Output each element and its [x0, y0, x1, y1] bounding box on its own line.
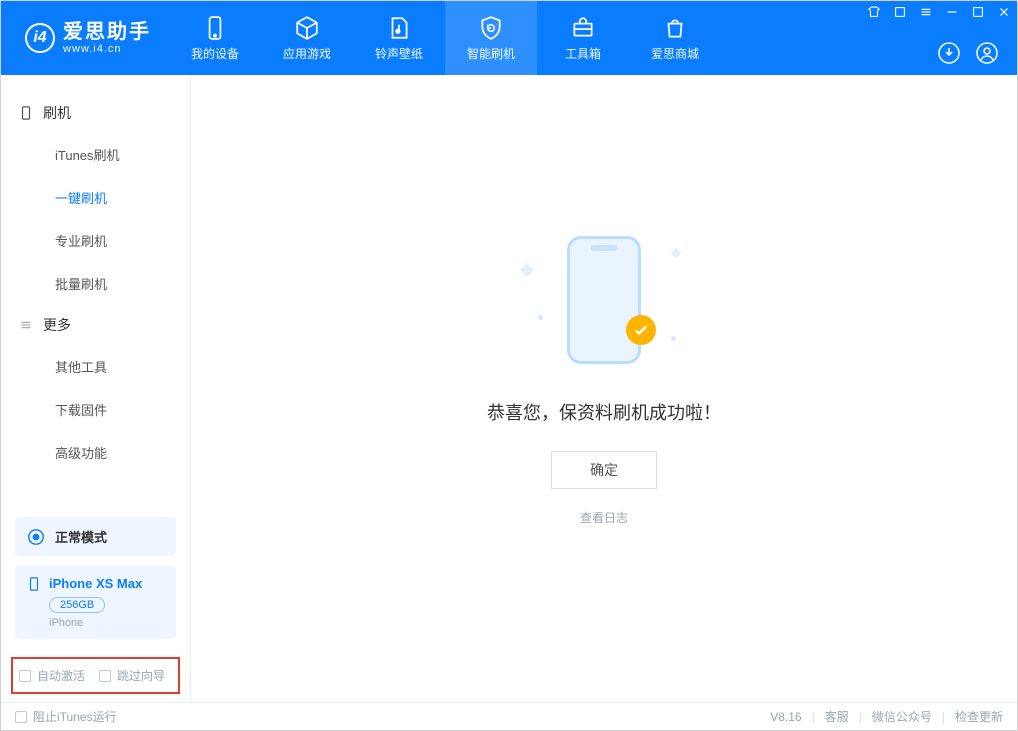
shirt-icon[interactable]: [867, 5, 881, 19]
version-label: V8.16: [770, 710, 801, 724]
menu-icon[interactable]: [919, 5, 933, 19]
checkbox-block-itunes[interactable]: 阻止iTunes运行: [15, 708, 117, 725]
shield-refresh-icon: [478, 15, 504, 41]
app-logo: i4 爱思助手 www.i4.cn: [1, 21, 169, 55]
support-link[interactable]: 客服: [825, 708, 849, 725]
nav-tabs: 我的设备 应用游戏 铃声壁纸 智能刷机 工具箱 爱思商城: [169, 1, 721, 75]
tab-mall[interactable]: 爱思商城: [629, 1, 721, 75]
header-toolbar: i4 爱思助手 www.i4.cn 我的设备 应用游戏 铃声壁纸 智能刷机 工具…: [1, 1, 1017, 75]
check-update-link[interactable]: 检查更新: [955, 708, 1003, 725]
user-circle-icon[interactable]: [975, 41, 999, 65]
sidebar-item-batch-flash[interactable]: 批量刷机: [1, 262, 190, 305]
more-lines-icon: [19, 318, 33, 332]
mode-icon: [27, 528, 45, 546]
checkbox-box-icon: [19, 670, 31, 682]
sidebar: 刷机 iTunes刷机 一键刷机 专业刷机 批量刷机 更多 其他工具 下载固件 …: [1, 75, 191, 702]
tab-toolbox[interactable]: 工具箱: [537, 1, 629, 75]
device-mode-label: 正常模式: [55, 527, 107, 546]
success-illustration: [504, 225, 704, 375]
sidebar-heading-more: 更多: [1, 305, 190, 345]
toolbox-icon: [570, 15, 596, 41]
sidebar-item-other-tools[interactable]: 其他工具: [1, 345, 190, 388]
device-mode-card[interactable]: 正常模式: [15, 517, 176, 556]
highlighted-checkbox-row: 自动激活 跳过向导: [11, 657, 180, 694]
phone-illustration-icon: [567, 236, 641, 364]
ok-button[interactable]: 确定: [551, 451, 657, 489]
device-card[interactable]: iPhone XS Max 256GB iPhone: [15, 566, 176, 639]
checkbox-auto-activate[interactable]: 自动激活: [19, 667, 85, 684]
device-name: iPhone XS Max: [49, 576, 142, 591]
sidebar-item-itunes-flash[interactable]: iTunes刷机: [1, 133, 190, 176]
tab-ring-wallpaper[interactable]: 铃声壁纸: [353, 1, 445, 75]
dot-icon: [671, 336, 676, 341]
phone-small-icon: [19, 106, 33, 120]
sidebar-item-pro-flash[interactable]: 专业刷机: [1, 219, 190, 262]
status-bar: 阻止iTunes运行 V8.16 | 客服 | 微信公众号 | 检查更新: [1, 702, 1017, 730]
tab-smart-flash[interactable]: 智能刷机: [445, 1, 537, 75]
wechat-link[interactable]: 微信公众号: [872, 708, 932, 725]
checkbox-box-icon: [15, 711, 27, 723]
brand-url: www.i4.cn: [63, 43, 151, 55]
window-controls: [867, 5, 1011, 19]
maximize-button[interactable]: [971, 5, 985, 19]
sidebar-heading-flash: 刷机: [1, 93, 190, 133]
checkbox-skip-guide[interactable]: 跳过向导: [99, 667, 165, 684]
view-log-link[interactable]: 查看日志: [580, 509, 628, 526]
cube-icon: [294, 15, 320, 41]
brand-name: 爱思助手: [63, 21, 151, 43]
check-badge-icon: [626, 315, 656, 345]
sidebar-item-oneclick-flash[interactable]: 一键刷机: [1, 176, 190, 219]
dot-icon: [538, 315, 543, 320]
close-button[interactable]: [997, 5, 1011, 19]
download-circle-icon[interactable]: [937, 41, 961, 65]
phone-tiny-icon: [27, 577, 41, 591]
sidebar-item-download-firmware[interactable]: 下载固件: [1, 388, 190, 431]
sidebar-item-advanced[interactable]: 高级功能: [1, 431, 190, 474]
logo-badge-icon: i4: [25, 23, 55, 53]
sparkle-icon: [670, 247, 681, 258]
device-type: iPhone: [49, 617, 164, 629]
device-icon: [202, 15, 228, 41]
minimize-button[interactable]: [945, 5, 959, 19]
checkbox-box-icon: [99, 670, 111, 682]
sparkle-icon: [520, 263, 534, 277]
music-file-icon: [386, 15, 412, 41]
tab-my-device[interactable]: 我的设备: [169, 1, 261, 75]
success-message: 恭喜您，保资料刷机成功啦！: [487, 399, 721, 425]
bag-icon: [662, 15, 688, 41]
box-small-icon[interactable]: [893, 5, 907, 19]
tab-apps-games[interactable]: 应用游戏: [261, 1, 353, 75]
device-capacity: 256GB: [49, 597, 105, 613]
main-content: 恭喜您，保资料刷机成功啦！ 确定 查看日志: [191, 75, 1017, 702]
